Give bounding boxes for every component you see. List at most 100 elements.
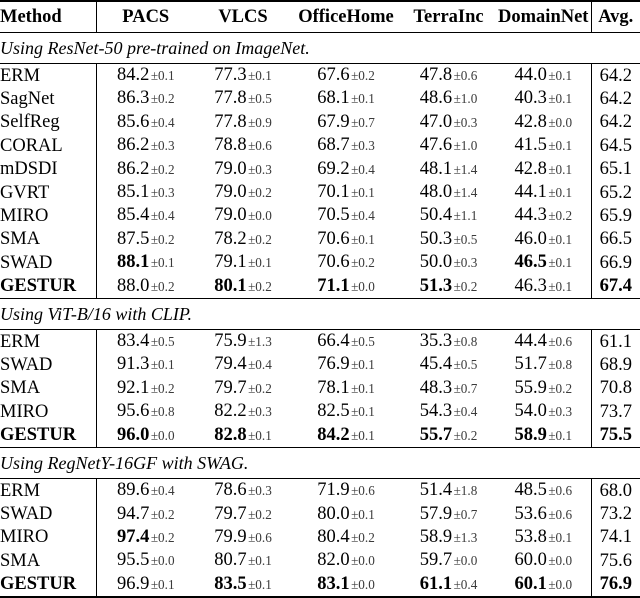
- cell-value: 57.9: [419, 503, 453, 524]
- cell-value: 64.5: [599, 135, 632, 156]
- cell-pacs: 88.1 ±0.1: [95, 251, 195, 275]
- cell-value: 45.4: [419, 354, 453, 375]
- cell-pacs: 96.9 ±0.1: [95, 572, 195, 598]
- section-caption: Using RegNetY-16GF with SWAG.: [0, 447, 640, 479]
- cell-stderr: ±0.5: [150, 334, 175, 350]
- cell-value: 78.1: [317, 377, 350, 398]
- cell-value: 64.2: [599, 65, 632, 86]
- cell-avg: 73.7: [590, 400, 640, 424]
- cell-value: 79.1: [214, 252, 247, 273]
- cell-stderr: ±0.2: [150, 278, 175, 294]
- cell-value: 88.0: [116, 275, 150, 296]
- table-row: ERM 83.4 ±0.5 75.9 ±1.3 66.4 ±0.5 35.3 ±0.8 44.4 ±…: [0, 329, 640, 354]
- cell-stderr: ±0.6: [248, 138, 272, 154]
- cell-stderr: ±0.0: [548, 553, 573, 569]
- cell-officehome: 68.7 ±0.3: [291, 134, 401, 157]
- cell-pacs: 84.2 ±0.1: [95, 63, 195, 88]
- cell-vlcs: 77.3 ±0.1: [195, 63, 291, 88]
- method-name: SMA: [0, 378, 41, 399]
- cell-value: 61.1: [599, 331, 632, 352]
- cell-stderr: ±0.2: [248, 185, 272, 201]
- cell-vlcs: 82.2 ±0.3: [195, 400, 291, 423]
- cell-value: 82.8: [214, 424, 247, 445]
- cell-avg: 76.9: [590, 572, 640, 598]
- section-caption-row: Using ViT-B/16 with CLIP.: [0, 298, 640, 330]
- cell-stderr: ±0.3: [248, 483, 272, 499]
- method-name: ERM: [0, 63, 96, 88]
- cell-domainnet: 53.6 ±0.6: [496, 503, 591, 526]
- cell-value: 83.5: [214, 573, 247, 594]
- cell-value: 70.6: [317, 228, 350, 249]
- method-name: SWAD: [0, 504, 53, 524]
- cell-stderr: ±0.0: [351, 576, 375, 592]
- cell-stderr: ±0.4: [453, 404, 478, 420]
- cell-value: 40.3: [514, 88, 547, 109]
- cell-stderr: ±0.4: [453, 576, 478, 592]
- cell-value: 75.9: [214, 331, 247, 352]
- table-row: CORAL 86.2 ±0.3 78.8 ±0.6 68.7 ±0.3 47.6 ±1.0 41.…: [0, 134, 640, 158]
- cell-pacs: 85.4 ±0.4: [95, 204, 195, 228]
- cell-stderr: ±0.6: [548, 334, 573, 350]
- cell-vlcs: 75.9 ±1.3: [195, 329, 291, 354]
- cell-stderr: ±0.7: [453, 506, 478, 522]
- cell-stderr: ±0.1: [248, 553, 272, 569]
- cell-value: 76.9: [599, 574, 632, 595]
- cell-pacs: 85.1 ±0.3: [95, 181, 195, 205]
- cell-avg: 61.1: [590, 329, 640, 354]
- cell-officehome: 82.5 ±0.1: [291, 400, 401, 423]
- cell-value: 48.0: [419, 182, 453, 203]
- cell-stderr: ±0.1: [548, 278, 573, 294]
- cell-value: 91.3: [116, 354, 150, 375]
- cell-vlcs: 78.2 ±0.2: [195, 228, 291, 251]
- column-header-method: Method: [0, 0, 96, 33]
- cell-terrainc: 58.9 ±1.3: [401, 526, 496, 549]
- cell-value: 66.4: [317, 331, 350, 352]
- table-row: mDSDI 86.2 ±0.2 79.0 ±0.3 69.2 ±0.4 48.1 ±1.4 42.…: [0, 157, 640, 182]
- cell-value: 80.4: [317, 526, 350, 547]
- cell-value: 54.0: [514, 401, 547, 422]
- cell-value: 85.4: [116, 205, 150, 226]
- table-row: SWAD 94.7 ±0.2 79.7 ±0.2 80.0 ±0.1 57.9 ±0.7 53.6…: [0, 502, 640, 526]
- cell-pacs: 91.3 ±0.1: [95, 353, 195, 377]
- cell-value: 73.2: [599, 504, 632, 524]
- cell-stderr: ±0.8: [453, 334, 478, 350]
- cell-officehome: 66.4 ±0.5: [291, 329, 401, 354]
- cell-stderr: ±0.1: [248, 576, 272, 592]
- cell-vlcs: 77.8 ±0.5: [195, 87, 291, 110]
- cell-value: 54.3: [419, 401, 453, 422]
- cell-value: 68.0: [599, 480, 632, 501]
- cell-pacs: 86.3 ±0.2: [95, 87, 195, 111]
- cell-domainnet: 44.0 ±0.1: [496, 63, 591, 88]
- cell-stderr: ±0.1: [150, 576, 175, 592]
- cell-officehome: 80.0 ±0.1: [291, 503, 401, 526]
- cell-value: 96.9: [116, 573, 150, 594]
- column-header-terrainc: TerraInc: [401, 0, 496, 33]
- cell-value: 55.7: [419, 424, 453, 445]
- cell-vlcs: 77.8 ±0.9: [195, 111, 291, 134]
- cell-officehome: 70.6 ±0.2: [291, 251, 401, 274]
- cell-vlcs: 79.4 ±0.4: [195, 353, 291, 376]
- cell-stderr: ±0.1: [351, 506, 375, 522]
- cell-officehome: 80.4 ±0.2: [291, 526, 401, 549]
- cell-stderr: ±0.4: [351, 208, 375, 224]
- table-row: SMA 92.1 ±0.2 79.7 ±0.2 78.1 ±0.1 48.3 ±0.7 55.9 ±…: [0, 376, 640, 401]
- cell-stderr: ±0.1: [548, 529, 573, 545]
- cell-stderr: ±0.7: [453, 380, 478, 396]
- cell-pacs: 88.0 ±0.2: [95, 274, 195, 299]
- cell-stderr: ±0.1: [548, 68, 573, 83]
- cell-value: 65.1: [599, 159, 632, 180]
- cell-vlcs: 79.0 ±0.2: [195, 181, 291, 204]
- cell-avg: 67.4: [590, 274, 640, 299]
- cell-value: 44.4: [514, 331, 547, 352]
- cell-stderr: ±0.3: [150, 138, 175, 154]
- cell-vlcs: 79.1 ±0.1: [195, 251, 291, 274]
- cell-officehome: 70.5 ±0.4: [291, 204, 401, 227]
- method-name: ERM: [0, 478, 96, 503]
- cell-avg: 70.8: [590, 376, 640, 401]
- cell-stderr: ±0.0: [150, 427, 175, 443]
- table-row: ERM 84.2 ±0.1 77.3 ±0.1 67.6 ±0.2 47.8 ±0.6 44.0 ±…: [0, 63, 640, 88]
- cell-value: 80.1: [214, 275, 247, 296]
- cell-officehome: 68.1 ±0.1: [291, 87, 401, 110]
- cell-value: 51.7: [514, 354, 547, 375]
- cell-stderr: ±0.0: [351, 278, 375, 294]
